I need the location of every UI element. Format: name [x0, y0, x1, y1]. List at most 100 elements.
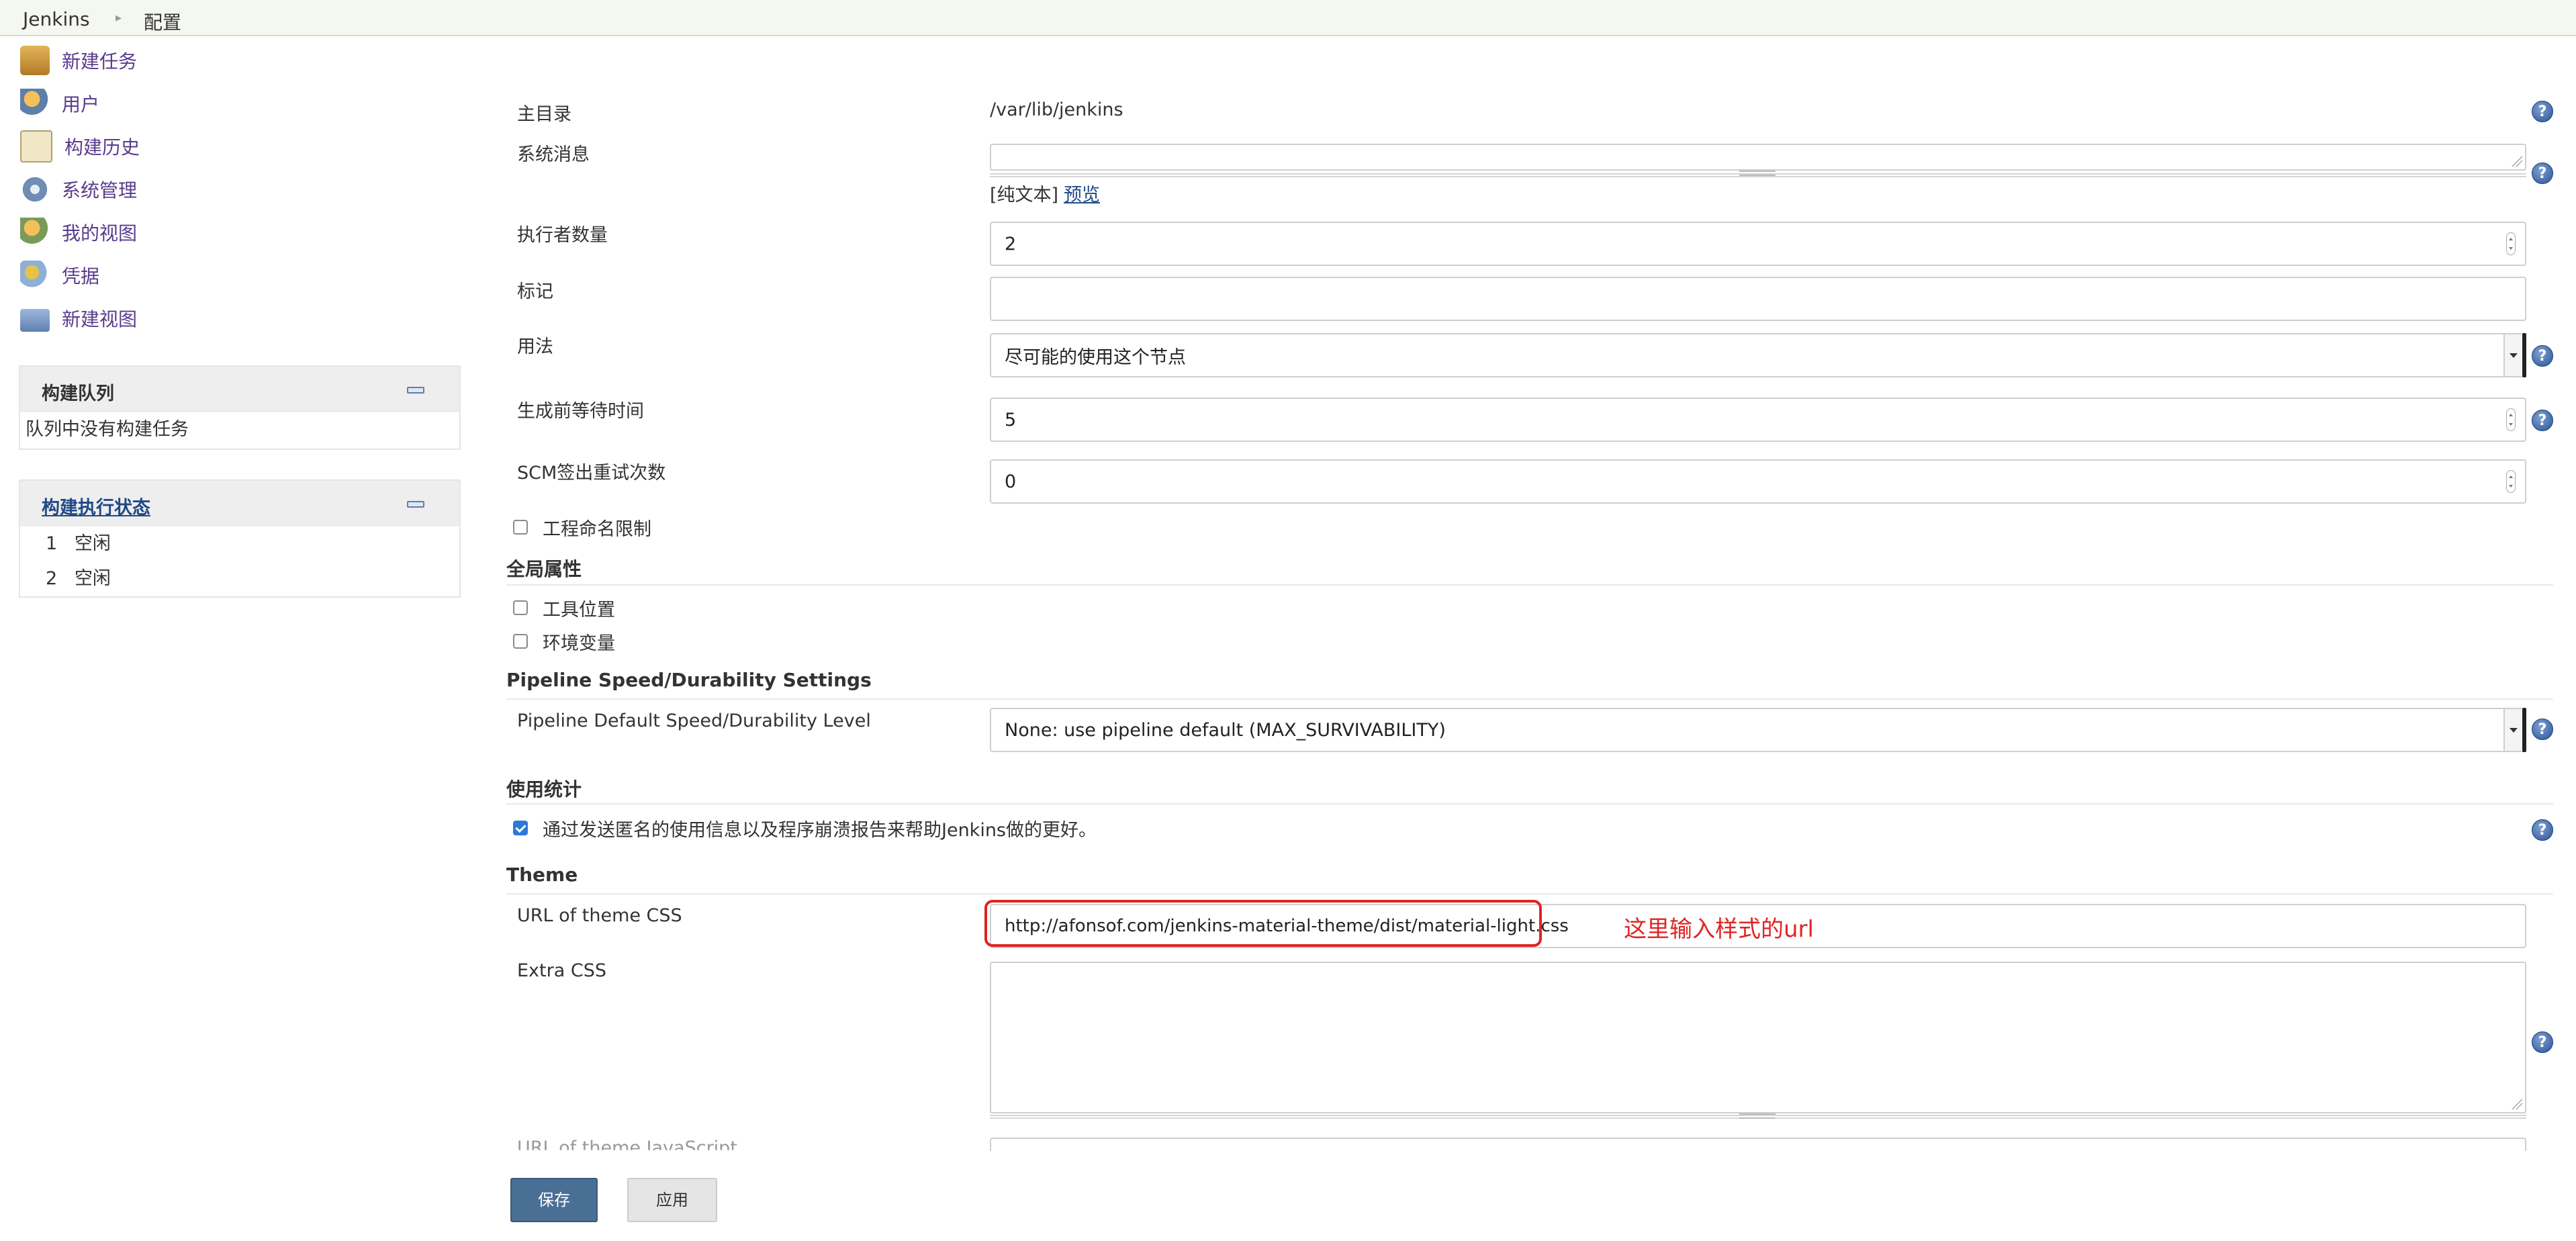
help-icon[interactable]: ?: [2532, 163, 2553, 184]
system-message-label: 系统消息: [517, 144, 590, 165]
annotation-text: 这里输入样式的url: [1624, 916, 1814, 943]
help-icon[interactable]: ?: [2532, 410, 2553, 431]
my-views-icon: [20, 218, 50, 247]
collapse-icon[interactable]: [407, 501, 424, 508]
help-icon[interactable]: ?: [2532, 345, 2553, 367]
quiet-period-input[interactable]: 5: [990, 398, 2526, 442]
sidebar-item-label[interactable]: 新建视图: [62, 305, 137, 332]
theme-section-title: Theme: [506, 864, 578, 886]
project-naming-label: 工程命名限制: [543, 519, 651, 540]
grip-icon[interactable]: [1739, 1113, 1776, 1119]
collapse-icon[interactable]: [407, 387, 424, 394]
sidebar-item-new-item[interactable]: 新建任务: [20, 42, 137, 79]
executors-input[interactable]: 2: [990, 222, 2526, 266]
sidebar-item-label[interactable]: 用户: [62, 90, 99, 117]
apply-button[interactable]: 应用: [627, 1178, 717, 1222]
help-icon[interactable]: ?: [2532, 719, 2553, 740]
sidebar-item-new-view[interactable]: 新建视图: [20, 300, 137, 337]
pipeline-level-value: None: use pipeline default (MAX_SURVIVAB…: [1005, 719, 1446, 741]
tool-locations-label: 工具位置: [543, 600, 615, 620]
preview-link[interactable]: 预览: [1064, 180, 1100, 206]
executor-status-title[interactable]: 构建执行状态: [42, 493, 150, 519]
sidebar-item-credentials[interactable]: 凭据: [20, 257, 99, 294]
scm-retry-value: 0: [1005, 471, 1017, 492]
resize-handle-icon[interactable]: [2510, 1097, 2522, 1109]
labels-label: 标记: [517, 281, 553, 302]
build-queue-header: 构建队列: [20, 367, 459, 412]
grip-icon[interactable]: [1739, 171, 1776, 176]
build-queue-title: 构建队列: [42, 383, 114, 404]
breadcrumb-jenkins[interactable]: Jenkins: [23, 8, 90, 30]
select-edge: [2522, 333, 2526, 377]
build-queue-panel: 构建队列 队列中没有构建任务: [19, 365, 461, 450]
credentials-icon: [20, 261, 50, 290]
resize-handle-icon[interactable]: [2510, 154, 2522, 167]
executor-row: 2 空闲: [20, 561, 459, 596]
sidebar-item-build-history[interactable]: 构建历史: [20, 128, 140, 165]
build-queue-empty-text: 队列中没有构建任务: [26, 419, 189, 440]
help-icon[interactable]: ?: [2532, 101, 2553, 122]
sidebar-item-label[interactable]: 凭据: [62, 262, 99, 289]
stepper-icon[interactable]: [2506, 232, 2516, 255]
usage-value: 尽可能的使用这个节点: [1005, 347, 1186, 368]
select-edge: [2522, 708, 2526, 752]
global-properties-title: 全局属性: [506, 558, 582, 580]
usage-stats-label: 通过发送匿名的使用信息以及程序崩溃报告来帮助Jenkins做的更好。: [543, 820, 1097, 841]
annotation-highlight-box: [984, 900, 1542, 947]
save-button[interactable]: 保存: [510, 1178, 598, 1222]
theme-js-url-input[interactable]: [990, 1138, 2526, 1151]
executor-state: 空闲: [74, 568, 111, 589]
executor-number: 2: [46, 568, 58, 589]
executor-status-panel: 构建执行状态 1 空闲 2 空闲: [19, 479, 461, 598]
bottom-button-bar: [497, 1155, 2576, 1241]
executor-state: 空闲: [74, 533, 111, 554]
section-divider: [506, 803, 2553, 805]
dropdown-arrow-icon[interactable]: [2503, 334, 2522, 376]
pipeline-level-label: Pipeline Default Speed/Durability Level: [517, 710, 871, 731]
sidebar-item-label[interactable]: 新建任务: [62, 47, 137, 74]
executors-value: 2: [1005, 233, 1017, 255]
dropdown-arrow-icon[interactable]: [2503, 709, 2522, 751]
executor-row: 1 空闲: [20, 526, 459, 561]
usage-label: 用法: [517, 336, 553, 357]
usage-stats-checkbox[interactable]: [513, 821, 528, 835]
theme-css-url-label: URL of theme CSS: [517, 905, 682, 926]
home-dir-label: 主目录: [517, 104, 571, 125]
sidebar-item-label[interactable]: 系统管理: [62, 176, 137, 203]
format-text: [纯文本]: [990, 185, 1059, 205]
section-divider: [506, 584, 2553, 586]
section-divider: [506, 698, 2553, 700]
quiet-period-label: 生成前等待时间: [517, 401, 644, 422]
sidebar-item-label[interactable]: 我的视图: [62, 219, 137, 246]
gear-icon: [20, 175, 50, 204]
system-message-textarea[interactable]: [990, 144, 2526, 171]
breadcrumb: Jenkins ▸ 配置: [0, 0, 2576, 36]
stepper-icon[interactable]: [2506, 408, 2516, 431]
help-icon[interactable]: ?: [2532, 819, 2553, 841]
quiet-period-value: 5: [1005, 409, 1017, 430]
home-dir-value: /var/lib/jenkins: [990, 99, 1123, 120]
breadcrumb-current[interactable]: 配置: [144, 8, 181, 35]
folder-icon: [20, 309, 50, 332]
env-vars-label: 环境变量: [543, 633, 615, 654]
usage-stats-title: 使用统计: [506, 778, 582, 800]
sidebar-item-label[interactable]: 构建历史: [64, 133, 140, 160]
sidebar-item-users[interactable]: 用户: [20, 85, 99, 122]
section-divider: [506, 893, 2553, 894]
sidebar-item-my-views[interactable]: 我的视图: [20, 214, 137, 251]
env-vars-checkbox[interactable]: [513, 634, 528, 649]
tool-locations-checkbox[interactable]: [513, 600, 528, 615]
usage-select[interactable]: 尽可能的使用这个节点: [990, 333, 2526, 377]
labels-input[interactable]: [990, 277, 2526, 321]
breadcrumb-separator-icon: ▸: [116, 11, 122, 25]
executor-status-header: 构建执行状态: [20, 481, 459, 526]
extra-css-label: Extra CSS: [517, 960, 606, 981]
project-naming-checkbox[interactable]: [513, 520, 528, 535]
help-icon[interactable]: ?: [2532, 1031, 2553, 1053]
scm-retry-input[interactable]: 0: [990, 459, 2526, 504]
pipeline-level-select[interactable]: None: use pipeline default (MAX_SURVIVAB…: [990, 708, 2526, 752]
extra-css-textarea[interactable]: [990, 962, 2526, 1113]
stepper-icon[interactable]: [2506, 470, 2516, 493]
new-item-icon: [20, 46, 50, 75]
sidebar-item-manage[interactable]: 系统管理: [20, 171, 137, 208]
